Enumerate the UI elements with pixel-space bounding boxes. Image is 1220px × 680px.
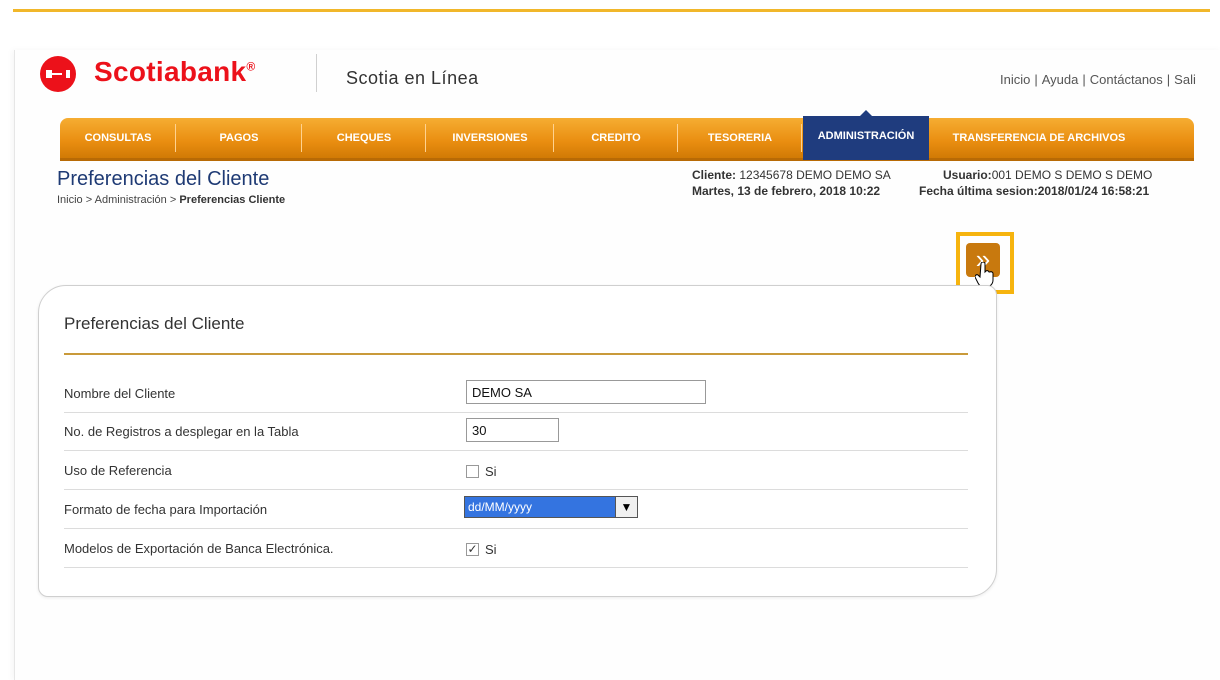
row-formato: Formato de fecha para Importación dd/MM/… [64, 490, 968, 529]
nav-tesoreria[interactable]: TESORERIA [678, 118, 802, 158]
modelos-option-label: Si [485, 542, 497, 558]
modelos-label: Modelos de Exportación de Banca Electrón… [64, 541, 334, 556]
nav-cheques[interactable]: CHEQUES [302, 118, 426, 158]
breadcrumb-section[interactable]: Administración [95, 194, 167, 206]
nav-transferencia-archivos[interactable]: TRANSFERENCIA DE ARCHIVOS [929, 118, 1149, 158]
product-name: Scotia en Línea [346, 68, 479, 88]
session-date: Martes, 13 de febrero, 2018 10:22 [692, 184, 881, 198]
modelos-checkbox[interactable]: ✓ [466, 543, 479, 557]
nombre-input[interactable] [466, 380, 706, 404]
chevron-down-icon: ▼ [615, 497, 637, 517]
link-contactanos[interactable]: Contáctanos [1090, 72, 1163, 87]
nav-pagos[interactable]: PAGOS [176, 118, 302, 158]
main-nav: CONSULTAS PAGOS CHEQUES INVERSIONES CRED… [60, 110, 1194, 161]
scotiabank-logo-icon [40, 56, 76, 92]
registros-label: No. de Registros a desplegar en la Tabla [64, 424, 299, 439]
session-user-info: Usuario:001 DEMO S DEMO S DEMO Fecha últ… [919, 168, 1153, 198]
registros-input[interactable] [466, 418, 559, 442]
formato-select-value: dd/MM/yyyy [468, 500, 533, 514]
panel-title: Preferencias del Cliente [64, 314, 245, 333]
referencia-checkbox[interactable] [466, 465, 479, 479]
brand-divider [316, 54, 317, 92]
formato-select[interactable]: dd/MM/yyyy ▼ [464, 496, 638, 518]
link-ayuda[interactable]: Ayuda [1042, 72, 1079, 87]
link-salir[interactable]: Sali [1174, 72, 1196, 87]
panel-title-rule [64, 353, 968, 355]
breadcrumb: Inicio > Administración > Preferencias C… [57, 194, 286, 206]
nombre-label: Nombre del Cliente [64, 386, 176, 401]
row-nombre: Nombre del Cliente [64, 374, 968, 413]
brand-name: Scotiabank® [94, 56, 256, 87]
link-inicio[interactable]: Inicio [1000, 72, 1030, 87]
breadcrumb-current: Preferencias Cliente [179, 194, 286, 206]
nav-inversiones[interactable]: INVERSIONES [426, 118, 554, 158]
referencia-option-label: Si [485, 464, 497, 480]
nav-credito[interactable]: CREDITO [554, 118, 678, 158]
nav-consultas[interactable]: CONSULTAS [60, 118, 176, 158]
formato-label: Formato de fecha para Importación [64, 502, 268, 517]
referencia-label: Uso de Referencia [64, 463, 172, 478]
page-title: Preferencias del Cliente [57, 168, 270, 190]
row-registros: No. de Registros a desplegar en la Tabla [64, 412, 968, 451]
top-accent-rule [13, 9, 1210, 12]
session-client-info: Cliente: 12345678 DEMO DEMO SA Martes, 1… [692, 168, 891, 198]
row-modelos: Modelos de Exportación de Banca Electrón… [64, 529, 968, 568]
nav-administracion[interactable]: ADMINISTRACIÓN [803, 110, 929, 160]
breadcrumb-home[interactable]: Inicio [57, 194, 83, 206]
row-referencia: Uso de Referencia Si [64, 451, 968, 490]
top-links: Inicio | Ayuda | Contáctanos | Sali [1000, 72, 1196, 87]
